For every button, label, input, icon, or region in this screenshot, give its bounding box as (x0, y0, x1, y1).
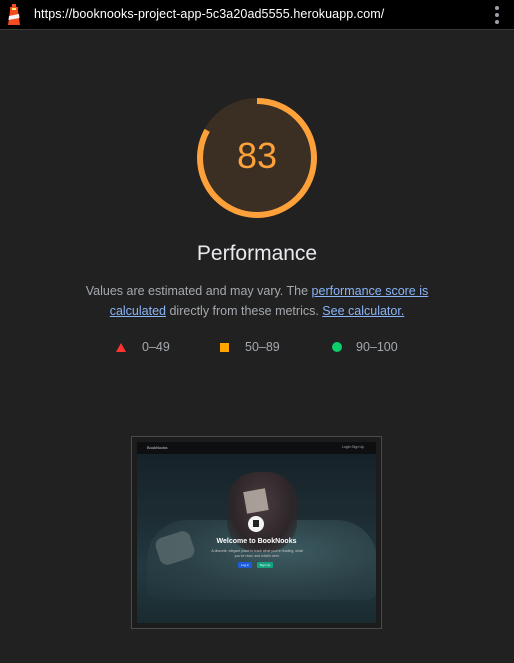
legend-average: 50–89 (220, 340, 280, 354)
thumbnail-nav-links: Login Sign Up (342, 445, 364, 449)
thumbnail-book-image (243, 488, 269, 514)
thumbnail-subtext: A discrete, elegant place to track what … (211, 549, 303, 558)
description-text-middle: directly from these metrics. (166, 304, 323, 318)
browser-address-bar: https://booknooks-project-app-5c3a20ad55… (0, 0, 514, 30)
score-description: Values are estimated and may vary. The p… (60, 281, 454, 321)
thumbnail-signup-button: Sign Up (257, 562, 273, 568)
more-options-icon[interactable] (494, 6, 500, 24)
score-value: 83 (236, 135, 278, 176)
screenshot-thumbnail: BookNooks Login Sign Up Welcome to BookN… (137, 442, 376, 623)
orange-square-icon (220, 342, 229, 352)
legend-label: 50–89 (245, 340, 280, 354)
thumbnail-login-button: Log in (238, 562, 252, 568)
legend-label: 90–100 (356, 340, 398, 354)
thumbnail-brand: BookNooks (147, 445, 168, 450)
final-screenshot[interactable]: BookNooks Login Sign Up Welcome to BookN… (131, 436, 382, 629)
see-calculator-link[interactable]: See calculator. (322, 304, 404, 318)
score-legend: 0–49 50–89 90–100 (0, 340, 514, 356)
lighthouse-icon (4, 3, 24, 27)
thumbnail-logo-icon (248, 516, 264, 532)
legend-label: 0–49 (142, 340, 170, 354)
thumbnail-navbar: BookNooks Login Sign Up (137, 442, 376, 454)
category-title: Performance (196, 242, 318, 265)
red-triangle-icon (116, 342, 126, 352)
green-circle-icon (332, 342, 342, 352)
legend-fail: 0–49 (116, 340, 170, 354)
description-text-before: Values are estimated and may vary. The (85, 284, 312, 298)
legend-pass: 90–100 (332, 340, 398, 354)
thumbnail-heading: Welcome to BookNooks (216, 538, 297, 545)
page-url[interactable]: https://booknooks-project-app-5c3a20ad55… (34, 7, 384, 21)
